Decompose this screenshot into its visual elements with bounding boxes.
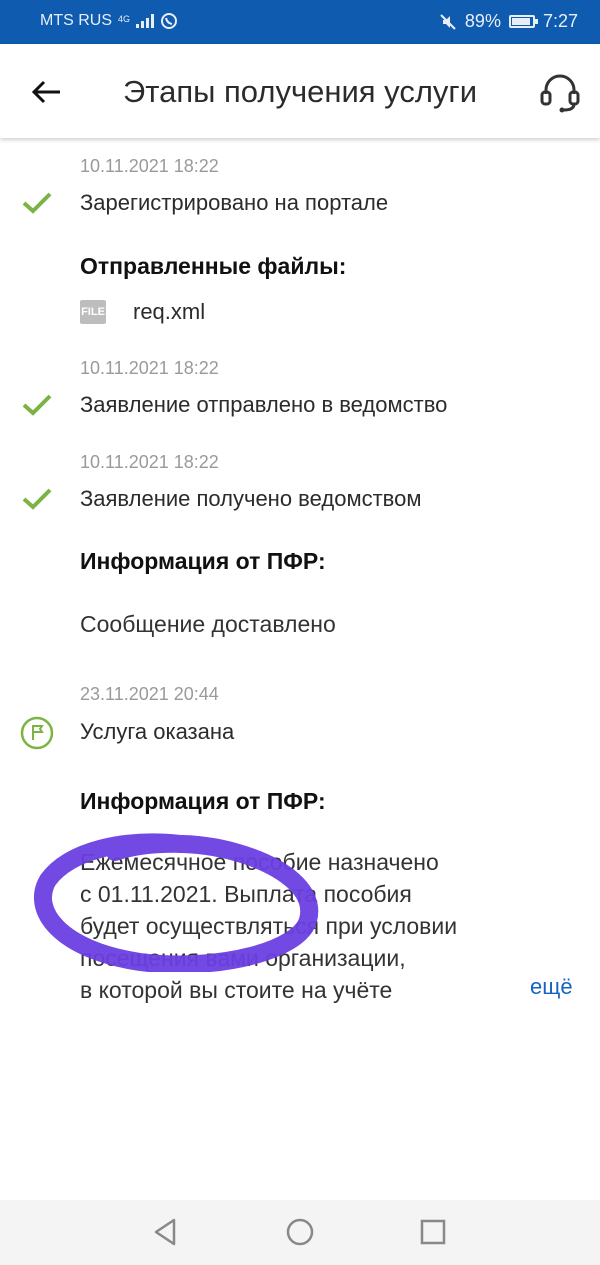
headset-icon[interactable] [536,68,584,116]
info-line: в которой вы стоите на учёте [80,977,393,1003]
clock: 7:27 [542,11,578,31]
battery-level [511,18,530,25]
mute-icon [440,13,456,30]
file-link[interactable]: req.xml [133,299,205,325]
system-nav-bar [0,1200,600,1265]
network-type: 4G [118,13,131,24]
step-status: Зарегистрировано на портале [80,190,389,215]
info-message: Сообщение доставлено [80,611,336,637]
page-title: Этапы получения услуги [122,74,478,109]
info-line: с 01.11.2021. Выплата пособия [80,881,412,907]
check-icon [22,394,52,416]
battery-icon [508,15,538,28]
info-line: Ежемесячное пособие назначено [80,849,439,875]
step-date: 10.11.2021 18:22 [80,156,219,176]
nav-home-icon[interactable] [282,1214,318,1250]
nav-recents-icon[interactable] [415,1214,451,1250]
step-date: 23.11.2021 20:44 [80,684,219,704]
info-title: Информация от ПФР: [80,788,326,814]
carrier-label: MTS RUS [40,12,112,29]
more-link[interactable]: ещё [530,974,573,1000]
status-right: 89% 7:27 [439,11,578,32]
check-icon [22,192,52,214]
step-status: Заявление отправлено в ведомство [80,392,448,417]
status-left: MTS RUS 4G [40,12,178,30]
info-line: будет осуществляться при условии [80,913,458,939]
nav-back-icon[interactable] [148,1214,184,1250]
info-message-long: Ежемесячное пособие назначено с 01.11.20… [80,846,530,1006]
status-bar: MTS RUS 4G 89% 7:27 [0,0,600,44]
sent-files-title: Отправленные файлы: [80,253,347,279]
step-status: Заявление получено ведомством [80,486,422,511]
info-line: посещения вами организации, [80,945,406,971]
check-icon [22,488,52,510]
step-date: 10.11.2021 18:22 [80,358,219,378]
step-date: 10.11.2021 18:22 [80,452,219,472]
flag-icon [20,716,54,750]
viber-icon [161,13,178,29]
battery-percent: 89% [464,11,501,31]
app-header: Этапы получения услуги [0,44,600,138]
file-icon: FILE [80,300,106,324]
step-status: Услуга оказана [80,719,235,744]
info-title: Информация от ПФР: [80,548,326,574]
signal-icon [136,14,155,28]
